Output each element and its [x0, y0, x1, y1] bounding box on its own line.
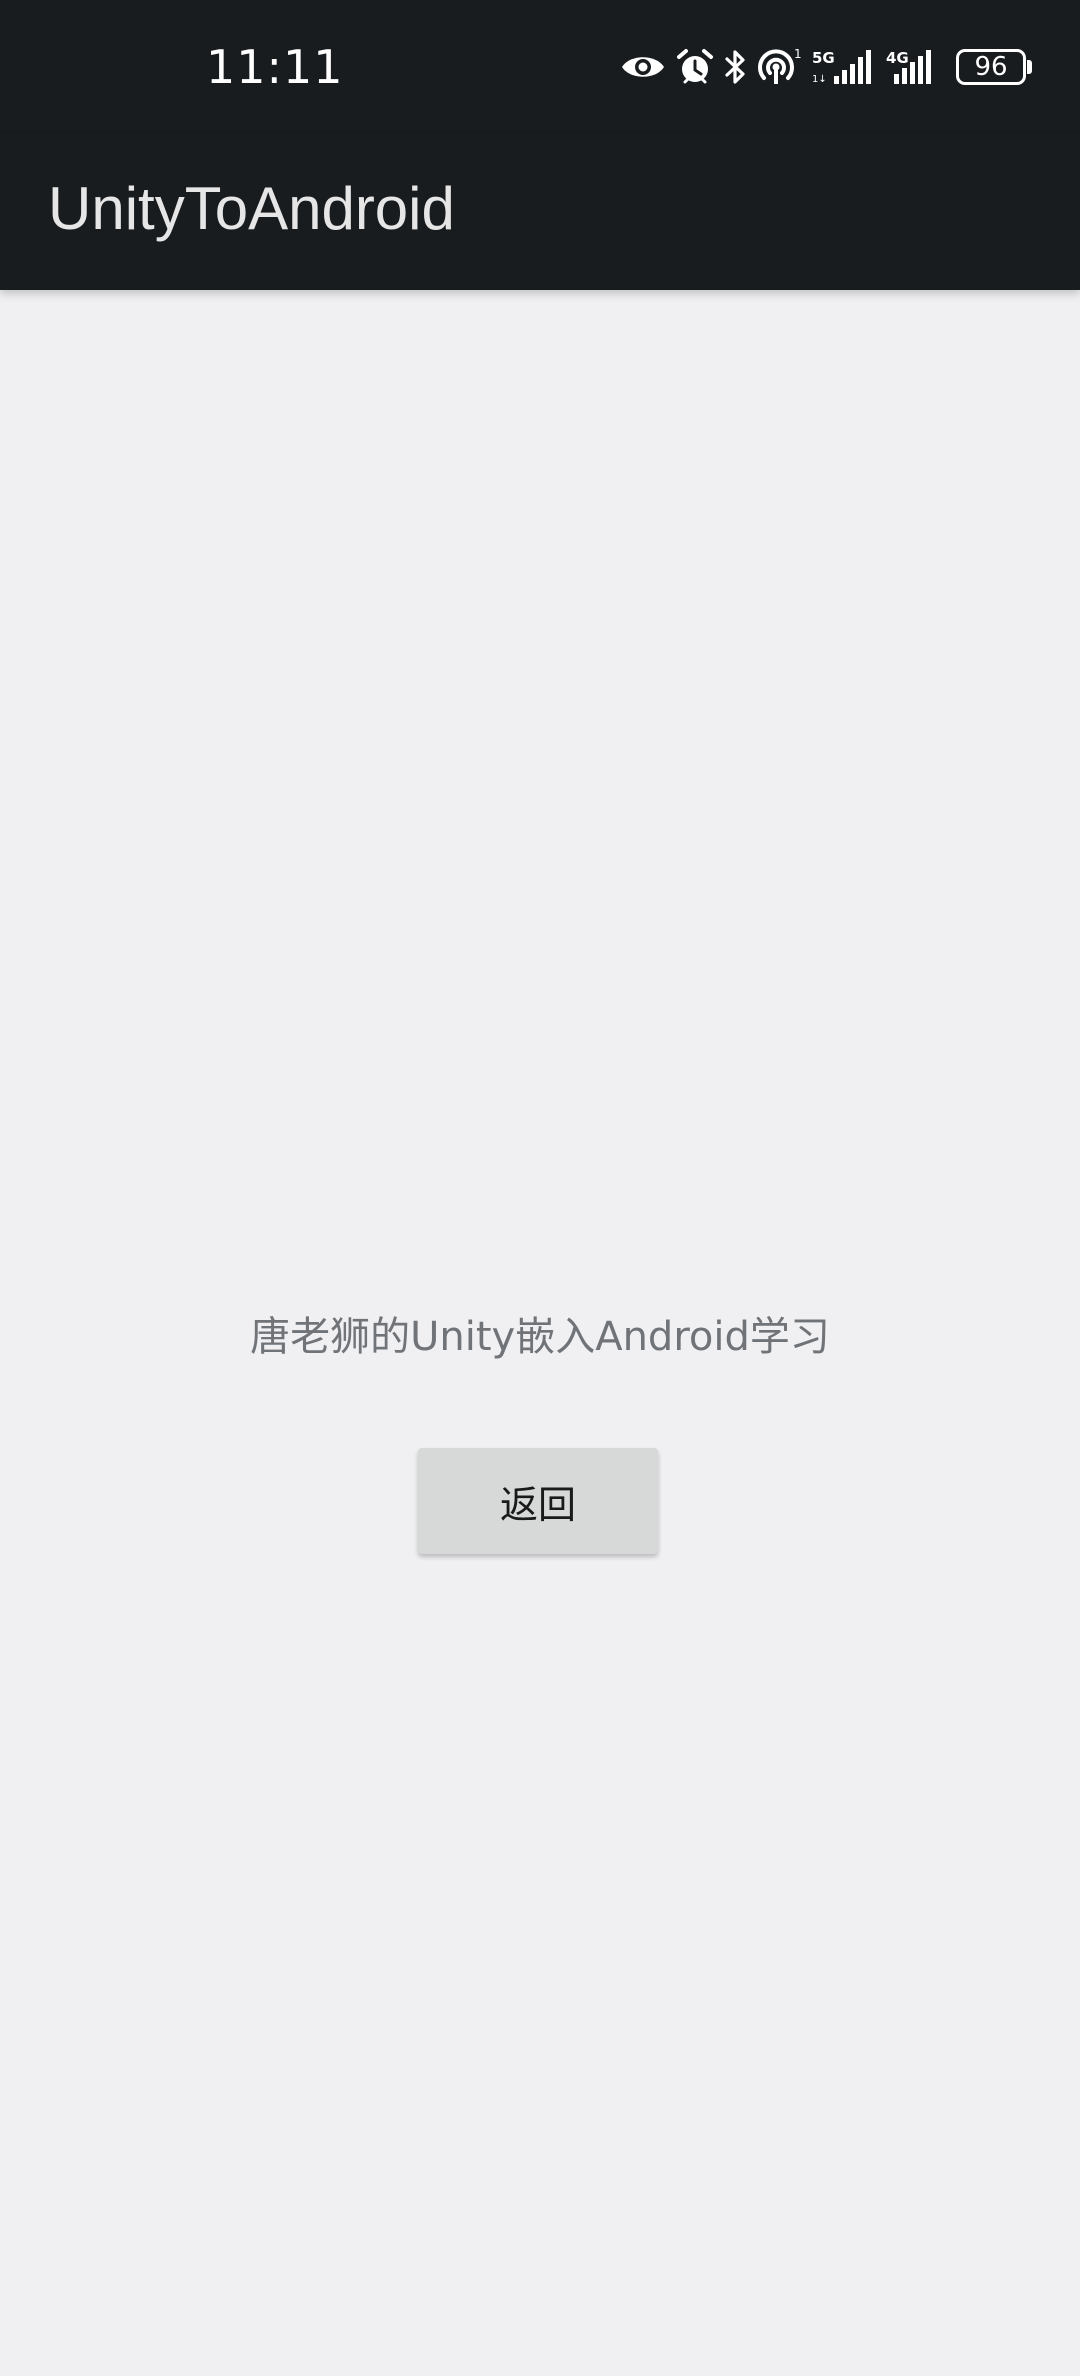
battery-level: 96 [974, 52, 1008, 82]
battery-body: 96 [956, 49, 1026, 85]
svg-text:1↓: 1↓ [812, 74, 827, 85]
hotspot-icon: 1 [756, 48, 802, 86]
signal-4g-icon: 4G [886, 48, 940, 86]
status-time: 11:11 [206, 40, 344, 94]
battery-icon: 96 [950, 49, 1032, 85]
message-text: 唐老狮的Unity嵌入Android学习 [250, 1314, 830, 1360]
app-bar: UnityToAndroid [0, 134, 1080, 290]
eye-icon [620, 50, 666, 84]
app-title: UnityToAndroid [48, 175, 455, 242]
app-screen: 11:11 1 5G 1↓ 4G 96 UnityToAndroid 唐老狮的U… [0, 0, 1080, 2376]
signal-5g-icon: 5G 1↓ [812, 48, 876, 86]
bluetooth-icon [724, 49, 746, 85]
alarm-icon [676, 48, 714, 86]
battery-tip [1027, 60, 1032, 74]
back-button[interactable]: 返回 [418, 1448, 658, 1554]
status-icons: 1 5G 1↓ 4G 96 [620, 42, 1032, 92]
status-bar: 11:11 1 5G 1↓ 4G 96 [0, 0, 1080, 134]
svg-text:5G: 5G [812, 49, 835, 67]
svg-text:1: 1 [794, 48, 802, 61]
svg-text:4G: 4G [886, 49, 909, 67]
